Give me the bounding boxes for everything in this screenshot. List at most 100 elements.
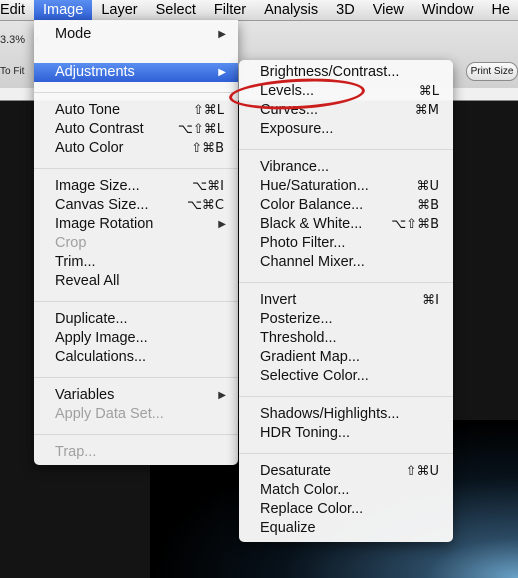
menu-item-label: Auto Contrast [55,121,144,137]
shortcut-label: ⇧⌘U [405,464,439,479]
shortcut-label: ⌥⇧⌘L [177,122,224,137]
image-menu-item-apply-image[interactable]: Apply Image... [34,329,238,348]
image-menu-item-auto-color[interactable]: Auto Color ⇧⌘B [34,139,238,158]
adjustments-item-shadows-highlights[interactable]: Shadows/Highlights... [239,405,453,424]
adjustments-item-invert[interactable]: Invert ⌘I [239,291,453,310]
menu-item-label: Calculations... [55,349,147,365]
shortcut-label: ⌘U [416,179,439,194]
adjustments-item-color-balance[interactable]: Color Balance... ⌘B [239,196,453,215]
menu-separator [239,149,453,150]
adjustments-item-selective-color[interactable]: Selective Color... [239,367,453,386]
menu-bar: Edit Image Layer Select Filter Analysis … [0,0,518,21]
menu-item-label: Trim... [55,254,96,270]
adjustments-item-match-color[interactable]: Match Color... [239,481,453,500]
menu-item-label: Levels... [260,83,314,99]
menu-item-label: Hue/Saturation... [260,178,369,194]
adjustments-item-hue-saturation[interactable]: Hue/Saturation... ⌘U [239,177,453,196]
menu-item-label: Mode [55,26,92,42]
menu-item-label: Image Size... [55,178,140,194]
adjustments-item-threshold[interactable]: Threshold... [239,329,453,348]
menu-item-label: Desaturate [260,463,331,479]
submenu-arrow-icon: ▶ [218,67,226,78]
adjustments-item-gradient-map[interactable]: Gradient Map... [239,348,453,367]
image-menu-item-mode[interactable]: Mode ▶ [34,25,238,44]
menu-view[interactable]: View [364,0,413,20]
adjustments-item-equalize[interactable]: Equalize [239,519,453,538]
menu-separator [239,396,453,397]
menu-separator [34,377,238,378]
submenu-arrow-icon: ▶ [218,390,226,401]
menu-item-label: Adjustments [55,64,135,80]
image-menu-item-auto-tone[interactable]: Auto Tone ⇧⌘L [34,101,238,120]
image-menu-item-image-rotation[interactable]: Image Rotation ▶ [34,215,238,234]
menu-item-label: Replace Color... [260,501,364,517]
image-menu-item-trap: Trap... [34,443,238,462]
image-menu-item-adjustments[interactable]: Adjustments ▶ [34,63,238,82]
menu-image[interactable]: Image [34,0,93,20]
menu-item-label: Photo Filter... [260,235,346,251]
menu-3d[interactable]: 3D [327,0,364,20]
adjustments-item-photo-filter[interactable]: Photo Filter... [239,234,453,253]
image-menu-item-calculations[interactable]: Calculations... [34,348,238,367]
menu-filter[interactable]: Filter [205,0,255,20]
menu-item-label: Trap... [55,444,97,460]
adjustments-item-exposure[interactable]: Exposure... [239,120,453,139]
menu-item-label: Reveal All [55,273,120,289]
menu-separator [34,168,238,169]
image-menu-item-reveal-all[interactable]: Reveal All [34,272,238,291]
shortcut-label: ⌘M [414,103,439,118]
adjustments-item-black-white[interactable]: Black & White... ⌥⇧⌘B [239,215,453,234]
menu-item-label: Variables [55,387,115,403]
menu-item-label: Channel Mixer... [260,254,365,270]
shortcut-label: ⌘I [422,293,439,308]
image-menu-item-variables[interactable]: Variables ▶ [34,386,238,405]
adjustments-item-posterize[interactable]: Posterize... [239,310,453,329]
menu-item-label: Duplicate... [55,311,128,327]
menu-item-label: Apply Image... [55,330,148,346]
fit-label[interactable]: To Fit [0,66,24,77]
menu-item-label: HDR Toning... [260,425,350,441]
submenu-arrow-icon: ▶ [218,29,226,40]
shortcut-label: ⌘L [418,84,439,99]
shortcut-label: ⌥⌘I [192,179,224,194]
adjustments-item-desaturate[interactable]: Desaturate ⇧⌘U [239,462,453,481]
menu-item-label: Vibrance... [260,159,330,175]
menu-separator [34,434,238,435]
menu-help[interactable]: He [482,0,518,20]
menu-item-label: Auto Color [55,140,124,156]
shortcut-label: ⌥⇧⌘B [391,217,439,232]
menu-item-label: Shadows/Highlights... [260,406,400,422]
menu-window[interactable]: Window [413,0,483,20]
shortcut-label: ⇧⌘B [191,141,224,156]
menu-item-label: Threshold... [260,330,337,346]
menu-item-label: Posterize... [260,311,333,327]
menu-layer[interactable]: Layer [92,0,146,20]
menu-separator [239,453,453,454]
image-menu-item-auto-contrast[interactable]: Auto Contrast ⌥⇧⌘L [34,120,238,139]
menu-item-label: Equalize [260,520,316,536]
print-size-button[interactable]: Print Size [466,62,518,81]
menu-item-label: Brightness/Contrast... [260,64,400,80]
shortcut-label: ⌘B [417,198,439,213]
menu-item-label: Auto Tone [55,102,121,118]
menu-separator [34,301,238,302]
adjustments-submenu: Brightness/Contrast... Levels... ⌘L Curves.… [239,60,453,542]
menu-item-label: Canvas Size... [55,197,149,213]
adjustments-item-brightness-contrast[interactable]: Brightness/Contrast... [239,63,453,82]
image-menu-item-trim[interactable]: Trim... [34,253,238,272]
adjustments-item-vibrance[interactable]: Vibrance... [239,158,453,177]
adjustments-item-hdr-toning[interactable]: HDR Toning... [239,424,453,443]
adjustments-item-curves[interactable]: Curves... ⌘M [239,101,453,120]
adjustments-item-levels[interactable]: Levels... ⌘L [239,82,453,101]
menu-select[interactable]: Select [147,0,205,20]
menu-analysis[interactable]: Analysis [255,0,327,20]
image-menu-item-image-size[interactable]: Image Size... ⌥⌘I [34,177,238,196]
menu-item-label: Color Balance... [260,197,364,213]
adjustments-item-replace-color[interactable]: Replace Color... [239,500,453,519]
zoom-level[interactable]: 3.3% [0,34,25,46]
menu-item-label: Curves... [260,102,319,118]
menu-edit[interactable]: Edit [0,0,34,20]
adjustments-item-channel-mixer[interactable]: Channel Mixer... [239,253,453,272]
image-menu-item-duplicate[interactable]: Duplicate... [34,310,238,329]
image-menu-item-canvas-size[interactable]: Canvas Size... ⌥⌘C [34,196,238,215]
